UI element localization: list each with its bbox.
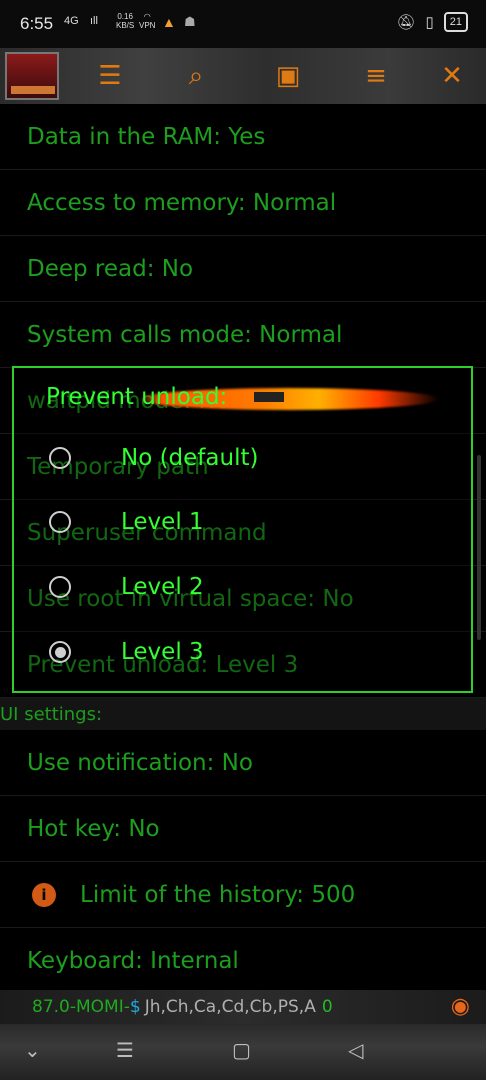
status-right: 🔕︎ ▯ 21 bbox=[396, 12, 468, 32]
notification-app-icon: ▲ bbox=[162, 14, 176, 30]
signal-icon: 4G bbox=[64, 15, 79, 27]
option-no-default[interactable]: No (default) bbox=[49, 438, 449, 478]
setting-label: System calls mode: Normal bbox=[27, 321, 343, 348]
version-label: 87.0-MOMI- bbox=[32, 997, 130, 1017]
home-icon[interactable]: ▢ bbox=[232, 1038, 251, 1062]
radio-button-selected[interactable] bbox=[49, 641, 71, 663]
setting-access-memory[interactable]: Access to memory: Normal bbox=[0, 170, 486, 236]
vibrate-icon: ▯ bbox=[425, 14, 434, 31]
option-label: Level 2 bbox=[121, 574, 204, 600]
redaction-mark bbox=[254, 392, 284, 402]
setting-hot-key[interactable]: Hot key: No bbox=[0, 796, 486, 862]
setting-label: Access to memory: Normal bbox=[27, 189, 337, 216]
scrollbar[interactable] bbox=[477, 455, 481, 640]
radio-button[interactable] bbox=[49, 447, 71, 469]
setting-deep-read[interactable]: Deep read: No bbox=[0, 236, 486, 302]
speed-unit: KB/S bbox=[116, 21, 135, 30]
chevron-down-icon[interactable]: ⌄ bbox=[24, 1038, 41, 1062]
option-label: No (default) bbox=[121, 445, 259, 471]
list-icon[interactable]: ≡ bbox=[356, 56, 396, 96]
recent-apps-icon[interactable]: ☰ bbox=[116, 1038, 134, 1062]
setting-system-calls[interactable]: System calls mode: Normal bbox=[0, 302, 486, 368]
info-bar: 87.0-MOMI- $ Jh,Ch,Ca,Cd,Cb,PS,A 0 ◉ bbox=[0, 990, 486, 1024]
status-bar: 6:55 4G ıll 0.16 KB/S ◠ VPN ▲ ☗ 🔕︎ ▯ 21 bbox=[0, 0, 486, 48]
setting-notification[interactable]: Use notification: No bbox=[0, 730, 486, 796]
vpn-indicator: ◠ VPN bbox=[139, 12, 155, 30]
section-label: UI settings: bbox=[0, 703, 103, 725]
radio-button[interactable] bbox=[49, 576, 71, 598]
section-header-ui: UI settings: bbox=[0, 698, 486, 730]
settings-sliders-icon[interactable]: ☰ bbox=[90, 56, 130, 96]
search-icon[interactable]: ⌕ bbox=[176, 56, 216, 96]
prevent-unload-dialog: Prevent unload: No (default) Level 1 Lev… bbox=[12, 366, 473, 693]
mute-icon: 🔕︎ bbox=[396, 14, 416, 31]
setting-keyboard[interactable]: Keyboard: Internal bbox=[0, 928, 486, 994]
battery-icon: 21 bbox=[443, 12, 468, 32]
save-icon[interactable]: ▣ bbox=[268, 56, 308, 96]
option-level-3[interactable]: Level 3 bbox=[49, 632, 449, 672]
count-label: 0 bbox=[321, 997, 333, 1017]
setting-history-limit[interactable]: i Limit of the history: 500 bbox=[0, 862, 486, 928]
setting-label: Limit of the history: 500 bbox=[80, 881, 356, 908]
signal-bars-icon: ıll bbox=[90, 15, 98, 27]
option-level-2[interactable]: Level 2 bbox=[49, 567, 449, 607]
app-icon-badge bbox=[11, 86, 55, 94]
status-time: 6:55 bbox=[20, 14, 54, 33]
network-speed: 0.16 KB/S bbox=[116, 12, 134, 30]
toolbar: ☰ ⌕ ▣ ≡ ✕ bbox=[0, 48, 486, 104]
radio-button[interactable] bbox=[49, 511, 71, 533]
flags-label: Jh,Ch,Ca,Cd,Cb,PS,A bbox=[144, 997, 316, 1017]
setting-label: Use notification: No bbox=[27, 749, 253, 776]
radio-dot bbox=[54, 646, 66, 658]
vpn-label: VPN bbox=[139, 21, 156, 30]
dollar-sign: $ bbox=[129, 997, 141, 1017]
info-icon: i bbox=[32, 882, 56, 907]
option-level-1[interactable]: Level 1 bbox=[49, 502, 449, 542]
speed-value: 0.16 bbox=[117, 12, 133, 21]
option-label: Level 1 bbox=[121, 509, 204, 535]
setting-label: Keyboard: Internal bbox=[27, 947, 239, 974]
setting-label: Data in the RAM: Yes bbox=[27, 123, 266, 150]
setting-label: Hot key: No bbox=[27, 815, 160, 842]
navigation-bar: ⌄ ☰ ▢ ◁ bbox=[0, 1024, 486, 1080]
setting-data-in-ram[interactable]: Data in the RAM: Yes bbox=[0, 104, 486, 170]
setting-label: Deep read: No bbox=[27, 255, 194, 282]
notification-person-icon: ☗ bbox=[184, 14, 196, 29]
app-icon[interactable] bbox=[5, 52, 59, 100]
wifi-icon: ◠ bbox=[143, 12, 151, 21]
back-icon[interactable]: ◁ bbox=[348, 1038, 363, 1062]
close-icon[interactable]: ✕ bbox=[432, 56, 472, 96]
option-label: Level 3 bbox=[121, 639, 204, 665]
dialog-title: Prevent unload: bbox=[46, 384, 228, 410]
eye-icon[interactable]: ◉ bbox=[451, 994, 470, 1019]
